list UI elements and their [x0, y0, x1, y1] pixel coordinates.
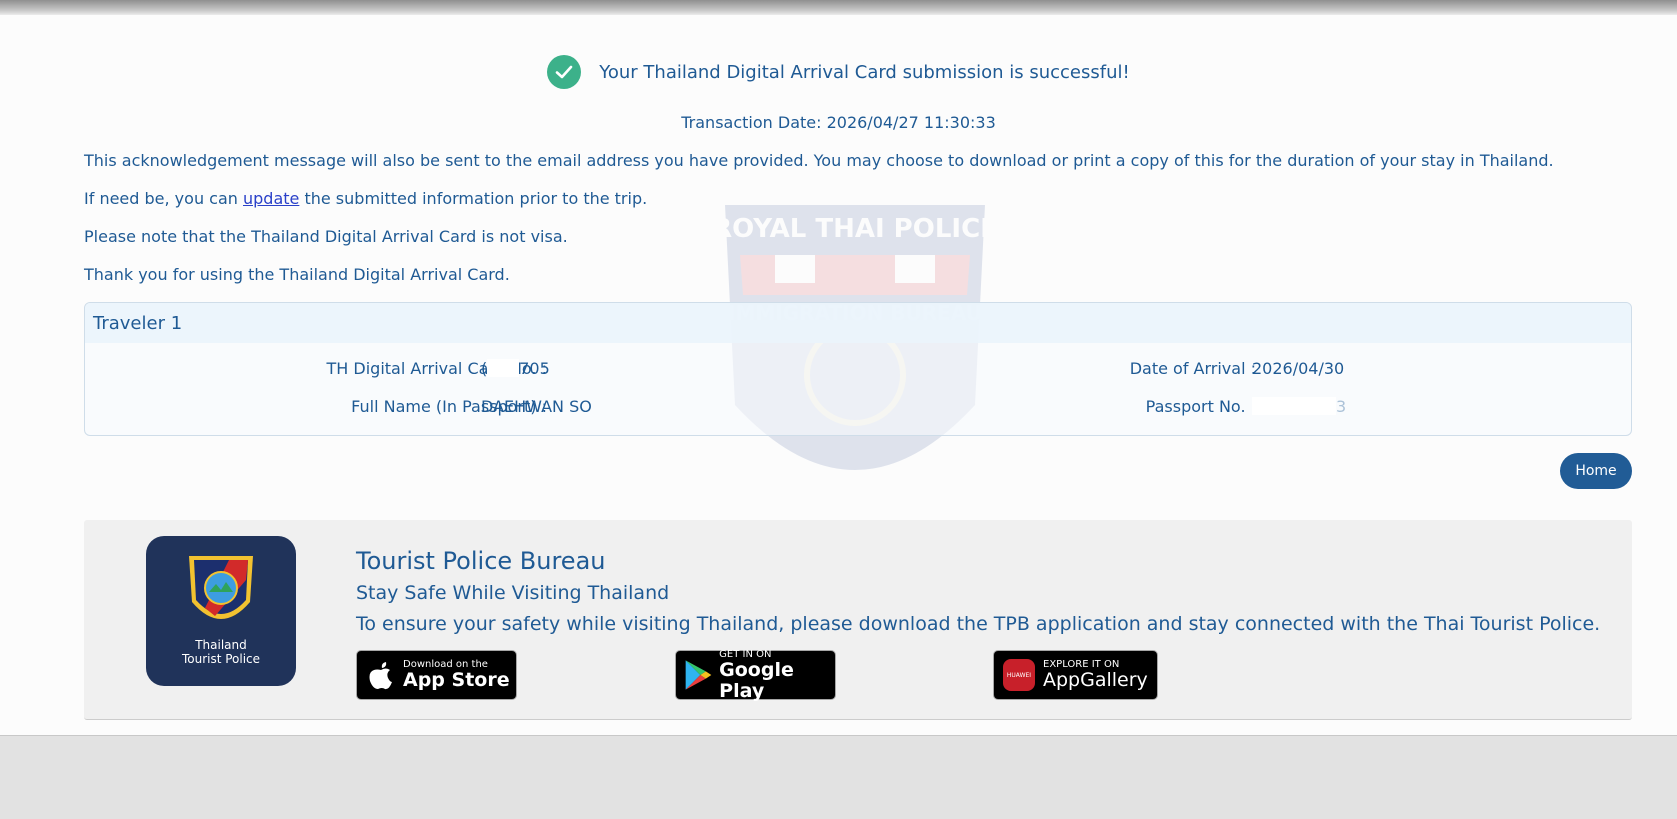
tpb-logo-caption: Thailand Tourist Police: [182, 638, 260, 666]
google-play-badge[interactable]: GET IN ON Google Play: [675, 648, 836, 702]
tpb-title: Tourist Police Bureau: [356, 547, 606, 575]
transaction-date: Transaction Date: 2026/04/27 11:30:33: [681, 113, 996, 132]
update-link[interactable]: update: [243, 189, 299, 208]
watermark-top-text: ROYAL THAI POLICE: [712, 214, 998, 244]
app-store-big-text: App Store: [403, 669, 510, 691]
card-number-suffix: 705: [519, 359, 550, 378]
google-play-icon: [685, 660, 712, 690]
passport-number-redaction: [1252, 397, 1336, 415]
update-note-prefix: If need be, you can: [84, 189, 243, 208]
google-play-small-text: GET IN ON: [719, 648, 772, 660]
acknowledgement-email-note: This acknowledgement message will also b…: [84, 151, 1554, 170]
apple-icon: [369, 662, 392, 690]
passport-number-value: 3: [1252, 397, 1346, 416]
tpb-app-logo: Thailand Tourist Police: [146, 536, 296, 686]
tpb-subtitle: Stay Safe While Visiting Thailand: [356, 582, 670, 604]
thank-you-note: Thank you for using the Thailand Digital…: [84, 265, 510, 284]
app-store-badge[interactable]: Download on the App Store: [356, 650, 517, 700]
huawei-icon: HUAWEI: [1003, 659, 1035, 691]
tourist-police-section: Thailand Tourist Police Tourist Police B…: [84, 520, 1632, 720]
success-message: Your Thailand Digital Arrival Card submi…: [599, 61, 1130, 83]
app-gallery-badge[interactable]: HUAWEI EXPLORE IT ON AppGallery: [993, 650, 1158, 700]
home-button[interactable]: Home: [1560, 453, 1632, 489]
update-info-note: If need be, you can update the submitted…: [84, 189, 647, 208]
full-name-value: DAEHWAN SO: [481, 397, 592, 416]
tourist-police-shield-icon: [189, 556, 253, 619]
passport-number-suffix: 3: [1336, 397, 1347, 416]
arrival-date-label: Date of Arrival :: [1129, 359, 1256, 378]
arrival-date-value: 2026/04/30: [1252, 359, 1345, 378]
app-gallery-big-text: AppGallery: [1043, 669, 1148, 691]
update-note-suffix: the submitted information prior to the t…: [299, 189, 648, 208]
card-number-value: (705: [481, 359, 550, 378]
not-visa-note: Please note that the Thailand Digital Ar…: [84, 227, 568, 246]
google-play-big-text: Google Play: [719, 658, 794, 702]
tpb-description: To ensure your safety while visiting Tha…: [356, 613, 1601, 635]
card-number-redaction: [487, 359, 520, 377]
traveler-panel: Traveler 1 TH Digital Arrival Card No. :…: [84, 302, 1632, 436]
passport-number-label: Passport No. :: [1145, 397, 1256, 416]
huawei-icon-label: HUAWEI: [1006, 671, 1032, 679]
acknowledgement-page: ROYAL THAI POLICE IMMIGRATION BUREAU You…: [0, 15, 1677, 736]
traveler-header: Traveler 1: [85, 303, 1631, 343]
browser-top-shadow: [0, 0, 1677, 15]
success-check-icon: [547, 55, 582, 89]
tpb-logo-line2: Tourist Police: [181, 652, 261, 666]
success-banner: Your Thailand Digital Arrival Card submi…: [0, 55, 1677, 89]
tpb-logo-line1: Thailand: [195, 638, 247, 652]
